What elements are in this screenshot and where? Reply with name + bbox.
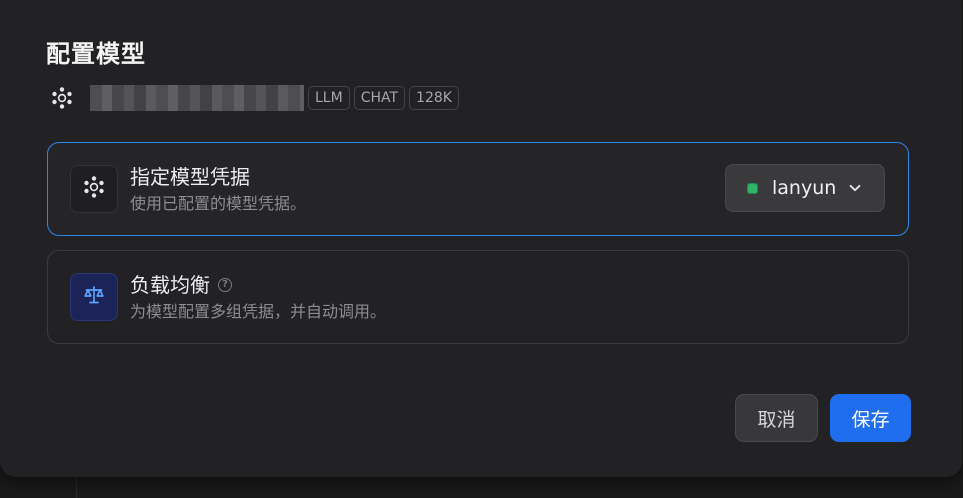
- credential-option-icon-box: [70, 165, 118, 213]
- option-card-load-balancing[interactable]: 负载均衡 ? 为模型配置多组凭据，并自动调用。: [47, 250, 909, 344]
- credential-select-value: lanyun: [772, 177, 837, 199]
- cancel-button[interactable]: 取消: [735, 394, 818, 442]
- credential-option-description: 使用已配置的模型凭据。: [130, 194, 307, 213]
- model-provider-logo-icon: [48, 84, 76, 112]
- model-tag-type: LLM: [308, 86, 350, 110]
- backdrop-divider: [76, 476, 77, 498]
- load-balancing-option-description: 为模型配置多组凭据，并自动调用。: [130, 302, 387, 321]
- chevron-down-icon: [848, 181, 862, 195]
- model-tag-context: 128K: [409, 86, 459, 110]
- model-info-row: LLM CHAT 128K: [48, 84, 459, 112]
- dialog-title: 配置模型: [46, 40, 146, 68]
- question-circle-icon[interactable]: ?: [218, 278, 232, 292]
- load-balancing-option-title: 负载均衡 ?: [130, 271, 232, 299]
- scale-icon: [83, 284, 105, 310]
- model-tag-mode: CHAT: [353, 86, 406, 110]
- load-balancing-option-icon-box: [70, 273, 118, 321]
- credential-status-dot: [747, 182, 758, 194]
- model-name-redacted: [90, 85, 304, 111]
- option-card-specify-credential[interactable]: 指定模型凭据 使用已配置的模型凭据。 lanyun: [47, 142, 909, 236]
- configure-model-dialog: 配置模型 LLM CHAT 128K 指定模型凭据 使用已配置的模型凭据。 la…: [0, 0, 962, 477]
- credential-select-dropdown[interactable]: lanyun: [725, 164, 885, 212]
- model-provider-logo-icon: [82, 175, 106, 203]
- credential-option-title: 指定模型凭据: [130, 165, 250, 189]
- save-button[interactable]: 保存: [830, 394, 911, 442]
- load-balancing-title-text: 负载均衡: [130, 273, 210, 297]
